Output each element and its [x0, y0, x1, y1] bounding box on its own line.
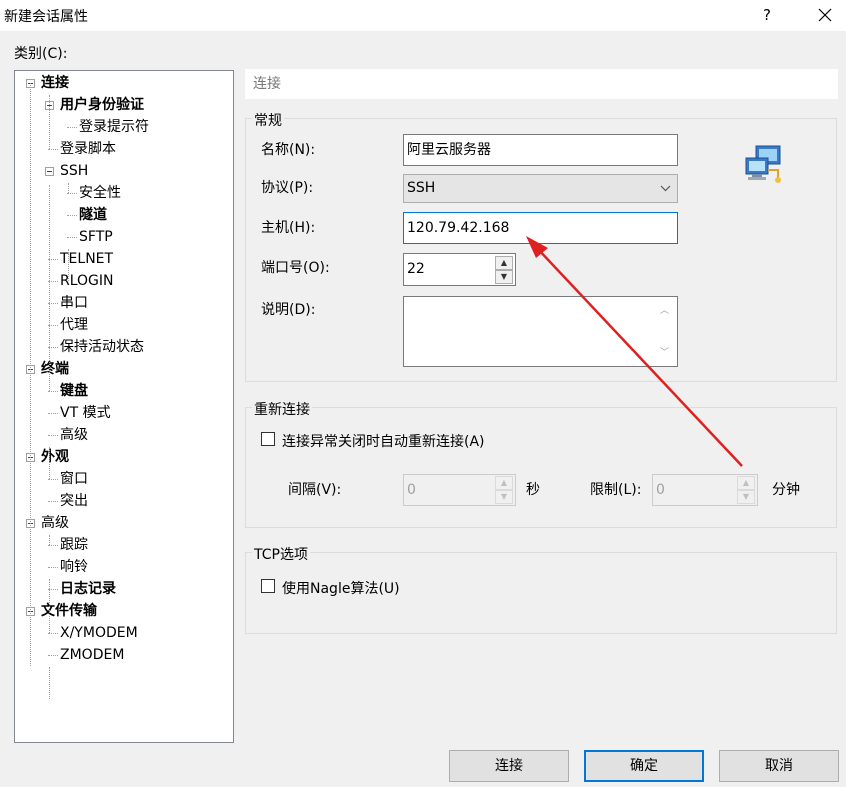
tree-connector — [48, 413, 58, 414]
protocol-select[interactable]: SSH — [403, 174, 678, 203]
tree-item-advanced[interactable]: 高级 — [41, 512, 69, 534]
tree-item-bell[interactable]: 响铃 — [60, 556, 88, 578]
protocol-label: 协议(P): — [261, 180, 314, 196]
tree-connector — [48, 479, 58, 480]
tree-connector — [48, 391, 58, 392]
host-label: 主机(H): — [261, 220, 316, 236]
interval-spin-up[interactable]: ▲ — [495, 476, 513, 490]
port-label: 端口号(O): — [261, 260, 330, 276]
tree-connector — [67, 215, 77, 216]
tree-guide — [49, 447, 50, 479]
tree-guide — [68, 249, 69, 281]
tree-connector — [48, 501, 58, 502]
network-session-icon — [745, 145, 781, 183]
tree-guide — [49, 579, 50, 633]
window-title: 新建会话属性 — [4, 9, 88, 25]
tree-item-trace[interactable]: 跟踪 — [60, 534, 88, 556]
collapse-icon[interactable] — [45, 167, 54, 176]
tree-item-vt-mode[interactable]: VT 模式 — [60, 402, 111, 424]
tree-connector — [48, 655, 58, 656]
limit-label: 限制(L): — [590, 482, 642, 498]
tree-guide — [30, 83, 31, 666]
tree-item-security[interactable]: 安全性 — [79, 182, 121, 204]
title-bar: 新建会话属性 ? — [0, 0, 846, 31]
tree-item-sftp[interactable]: SFTP — [79, 226, 113, 248]
host-input[interactable]: 120.79.42.168 — [403, 212, 678, 244]
tree-item-login-script[interactable]: 登录脚本 — [60, 138, 116, 160]
tree-item-keepalive[interactable]: 保持活动状态 — [60, 336, 144, 358]
category-label: 类别(C): — [14, 46, 68, 62]
tree-item-user-auth[interactable]: 用户身份验证 — [60, 94, 144, 116]
port-spin-down[interactable]: ▼ — [495, 270, 513, 284]
tree-connector — [48, 545, 58, 546]
tree-guide — [49, 185, 50, 391]
interval-unit: 秒 — [526, 482, 540, 498]
close-icon — [818, 8, 832, 22]
tree-connector — [48, 149, 58, 150]
tree-item-ssh[interactable]: SSH — [60, 160, 88, 182]
protocol-value: SSH — [407, 180, 436, 196]
limit-spin-down[interactable]: ▼ — [737, 490, 755, 504]
close-button[interactable] — [808, 2, 842, 28]
tree-guide — [49, 535, 50, 545]
tree-item-zmodem[interactable]: ZMODEM — [60, 644, 124, 666]
tree-item-connection[interactable]: 连接 — [41, 72, 69, 94]
port-value: 22 — [407, 261, 425, 277]
nagle-label: 使用Nagle算法(U) — [282, 581, 400, 597]
auto-reconnect-checkbox[interactable] — [261, 432, 275, 446]
interval-label: 间隔(V): — [288, 482, 342, 498]
tree-item-xymodem[interactable]: X/YMODEM — [60, 622, 138, 644]
limit-unit: 分钟 — [772, 482, 800, 498]
limit-spin-up[interactable]: ▲ — [737, 476, 755, 490]
general-group-title: 常规 — [252, 110, 284, 130]
tree-connector — [48, 567, 58, 568]
tree-connector — [67, 237, 77, 238]
tree-item-window[interactable]: 窗口 — [60, 468, 88, 490]
tree-connector — [48, 633, 58, 634]
chevron-down-icon — [660, 185, 671, 192]
tree-item-terminal-advanced[interactable]: 高级 — [60, 424, 88, 446]
name-label: 名称(N): — [261, 142, 316, 158]
tcp-group-title: TCP选项 — [252, 544, 310, 564]
tree-item-logging[interactable]: 日志记录 — [60, 578, 116, 600]
auto-reconnect-label: 连接异常关闭时自动重新连接(A) — [282, 434, 485, 450]
tree-item-highlight[interactable]: 突出 — [60, 490, 88, 512]
scroll-down-icon[interactable]: ﹀ — [660, 345, 669, 358]
tree-item-proxy[interactable]: 代理 — [60, 314, 88, 336]
tree-connector — [67, 193, 77, 194]
tree-item-tunnel[interactable]: 隧道 — [79, 204, 107, 226]
category-tree[interactable]: 连接 用户身份验证 登录提示符 登录脚本 SSH 安全性 隧道 SFTP TELNET RLOGI… — [14, 70, 234, 743]
help-button[interactable]: ? — [752, 2, 782, 28]
tree-guide — [49, 95, 50, 149]
nagle-checkbox[interactable] — [261, 579, 275, 593]
tree-guide — [49, 667, 50, 699]
dialog-content: 类别(C): 连接 用户身份验证 登录提示符 登录脚本 SSH 安全性 隧道 SFTP TELN… — [0, 31, 846, 787]
description-textarea[interactable] — [403, 296, 678, 367]
interval-spin-down[interactable]: ▼ — [495, 490, 513, 504]
scroll-up-icon[interactable]: ︿ — [660, 303, 669, 316]
tree-item-login-prompt[interactable]: 登录提示符 — [79, 116, 149, 138]
reconnect-group — [245, 407, 837, 528]
ok-button[interactable]: 确定 — [584, 750, 704, 782]
name-input[interactable]: 阿里云服务器 — [403, 134, 678, 166]
tree-item-appearance[interactable]: 外观 — [41, 446, 69, 468]
cancel-button[interactable]: 取消 — [719, 750, 839, 782]
tree-item-terminal[interactable]: 终端 — [41, 358, 69, 380]
reconnect-group-title: 重新连接 — [252, 399, 312, 419]
tree-connector — [48, 435, 58, 436]
description-label: 说明(D): — [261, 302, 316, 318]
tree-connector — [67, 127, 77, 128]
tree-item-serial[interactable]: 串口 — [60, 292, 88, 314]
tree-item-keyboard[interactable]: 键盘 — [60, 380, 88, 402]
tree-guide — [68, 183, 69, 193]
connect-button[interactable]: 连接 — [449, 750, 569, 782]
port-spin-up[interactable]: ▲ — [495, 256, 513, 270]
panel-header: 连接 — [245, 69, 838, 99]
